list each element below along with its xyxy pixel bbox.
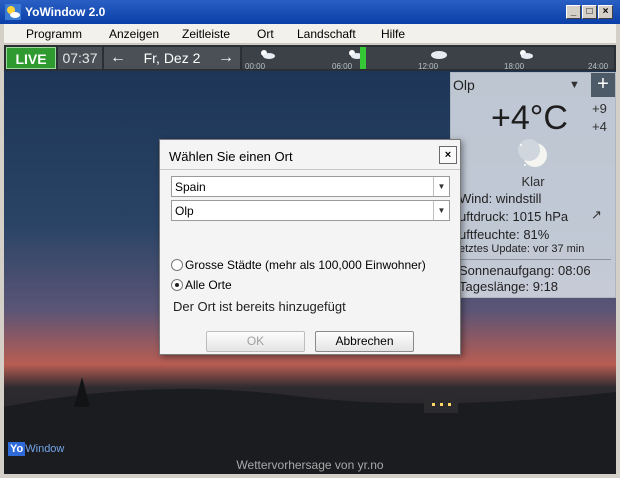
add-location-button[interactable]: +: [591, 73, 615, 97]
choose-location-dialog: Wählen Sie einen Ort × Spain ▼ Olp ▼ Gro…: [159, 139, 461, 355]
window-title: YoWindow 2.0: [25, 5, 106, 19]
menu-anzeigen[interactable]: Anzeigen: [109, 27, 159, 41]
country-value: Spain: [175, 180, 206, 194]
temperature-low: +4: [592, 119, 607, 134]
radio-circle[interactable]: [171, 259, 183, 271]
weather-panel: Olp ▼ + +4°C +9 +4 Klar Wind: windstill …: [450, 72, 616, 298]
dialog-message: Der Ort ist bereits hinzugefügt: [173, 299, 346, 314]
radio-all-places[interactable]: Alle Orte: [171, 278, 232, 292]
landscape-silhouette: [4, 377, 616, 457]
sun-cloud-icon: [261, 50, 275, 59]
window-titlebar: YoWindow 2.0 _ □ ×: [0, 0, 620, 24]
temperature-high: +9: [592, 101, 607, 116]
menu-zeitleiste[interactable]: Zeitleiste: [182, 27, 230, 41]
place-select[interactable]: Olp ▼: [171, 200, 450, 221]
cloud-icon: [431, 51, 447, 59]
moon-icon: [518, 139, 547, 167]
location-header: Olp ▼ +: [451, 73, 615, 97]
radio-big-cities[interactable]: Grosse Städte (mehr als 100,000 Einwohne…: [171, 258, 426, 272]
logo-window: Window: [25, 443, 65, 455]
place-value: Olp: [175, 204, 194, 218]
menubar: Programm Anzeigen Zeitleiste Ort Landsch…: [4, 24, 616, 44]
next-day-arrow-icon[interactable]: →: [218, 47, 234, 69]
live-button[interactable]: LIVE: [6, 47, 56, 69]
maximize-button[interactable]: □: [582, 5, 597, 19]
radio-big-cities-label: Grosse Städte (mehr als 100,000 Einwohne…: [185, 258, 426, 272]
timeline-track[interactable]: 00:00 06:00 12:00 18:00 24:00: [242, 47, 614, 71]
forecast-source[interactable]: Wettervorhersage von yr.no: [4, 457, 616, 474]
radio-all-places-label: Alle Orte: [185, 278, 232, 292]
timeline-tick: 18:00: [504, 62, 525, 71]
current-temperature: +4°C: [491, 99, 568, 137]
pressure-trend-icon: ↗: [591, 207, 602, 222]
menu-landschaft[interactable]: Landschaft: [297, 27, 356, 41]
dialog-close-button[interactable]: ×: [439, 146, 457, 164]
cancel-button[interactable]: Abbrechen: [315, 331, 414, 352]
dialog-title: Wählen Sie einen Ort: [169, 149, 293, 164]
timeline-now-marker[interactable]: [360, 47, 366, 69]
wind-info: Wind: windstill: [459, 191, 542, 206]
panel-divider: [455, 259, 611, 260]
dialog-divider: [160, 169, 460, 170]
weather-condition: Klar: [521, 174, 545, 189]
minimize-button[interactable]: _: [566, 5, 581, 19]
yowindow-app-icon: [5, 4, 21, 20]
country-select[interactable]: Spain ▼: [171, 176, 450, 197]
sun-cloud-icon: [520, 50, 533, 59]
menu-ort[interactable]: Ort: [257, 27, 274, 41]
location-dropdown-icon[interactable]: ▼: [569, 79, 580, 91]
chevron-down-icon[interactable]: ▼: [433, 177, 449, 196]
close-window-button[interactable]: ×: [598, 5, 613, 19]
sunrise-info: Sonnenaufgang: 08:06: [459, 263, 591, 278]
chevron-down-icon[interactable]: ▼: [433, 201, 449, 220]
current-time: 07:37: [58, 47, 102, 69]
timeline-bar: LIVE 07:37 Fr, Dez 2 ← → 00:00 06:00 12:…: [4, 45, 616, 71]
timeline-tick: 24:00: [588, 62, 609, 71]
timeline-tick: 06:00: [332, 62, 353, 71]
prev-day-arrow-icon[interactable]: ←: [110, 47, 126, 69]
yowindow-logo[interactable]: Yo Window: [8, 442, 65, 456]
date-navigator: Fr, Dez 2 ← →: [104, 47, 240, 69]
timeline-tick: 12:00: [418, 62, 439, 71]
ok-button[interactable]: OK: [206, 331, 305, 352]
pressure-info: uftdruck: 1015 hPa: [459, 209, 569, 224]
menu-hilfe[interactable]: Hilfe: [381, 27, 405, 41]
radio-circle-selected[interactable]: [171, 279, 183, 291]
timeline-tick: 00:00: [245, 62, 266, 71]
logo-yo: Yo: [8, 442, 26, 456]
menu-programm[interactable]: Programm: [26, 27, 82, 41]
daylength-info: Tageslänge: 9:18: [459, 279, 559, 294]
last-update-info: etztes Update: vor 37 min: [459, 243, 585, 255]
location-name[interactable]: Olp: [453, 77, 475, 93]
humidity-info: uftfeuchte: 81%: [459, 227, 550, 242]
